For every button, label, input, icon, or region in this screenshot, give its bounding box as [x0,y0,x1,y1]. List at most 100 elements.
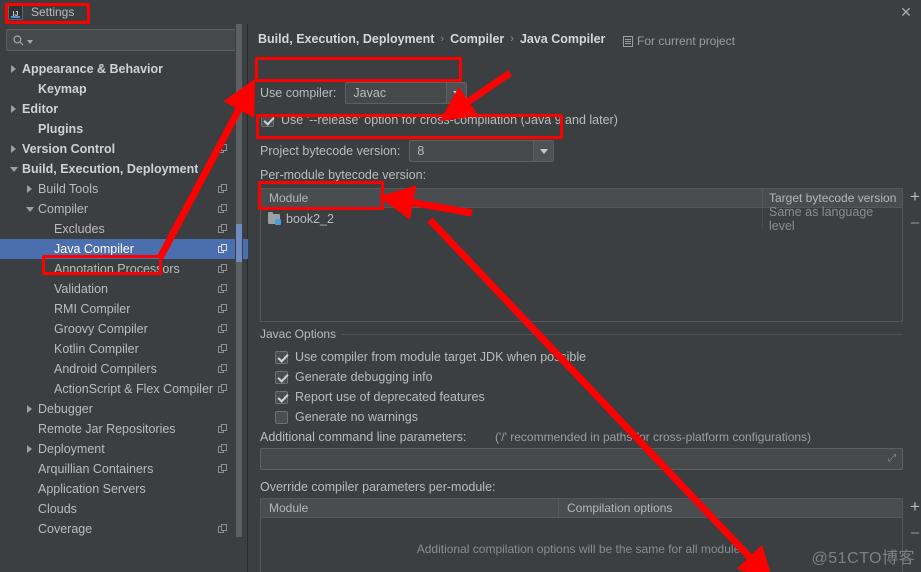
sidebar-item-label: RMI Compiler [54,302,131,316]
sidebar-item-validation[interactable]: Validation [0,279,248,299]
sidebar-item-label: Editor [22,102,59,116]
settings-dialog: Settings ✕ Appearance & Behavior Keymap Ed… [0,0,921,572]
sidebar-item-kotlin-compiler[interactable]: Kotlin Compiler [0,339,248,359]
sidebar-item-deployment[interactable]: Deployment [0,439,248,459]
remove-module-button[interactable]: – [911,214,919,232]
copy-settings-icon[interactable] [218,424,228,434]
copy-settings-icon[interactable] [218,244,228,254]
copy-settings-icon[interactable] [218,464,228,474]
chevron-right-icon[interactable] [24,404,35,415]
option-no-warnings[interactable]: Generate no warnings [275,410,418,424]
release-option-checkbox[interactable] [261,113,274,127]
sidebar-item-editor[interactable]: Editor [0,99,248,119]
copy-settings-icon[interactable] [218,384,228,394]
sidebar-item-compiler[interactable]: Compiler [0,199,248,219]
remove-override-button[interactable]: – [911,524,919,542]
project-bytecode-select[interactable]: 8 [409,140,555,162]
copy-settings-icon[interactable] [218,444,228,454]
chevron-down-icon[interactable] [27,40,33,44]
sidebar-item-java-compiler[interactable]: Java Compiler [0,239,248,259]
target-bytecode-cell[interactable]: Same as language level [762,205,902,233]
sidebar-scrollbar[interactable] [235,24,243,537]
sidebar-item-build-tools[interactable]: Build Tools [0,179,248,199]
column-header-module[interactable]: Module [261,189,762,207]
module-name: book2_2 [286,211,334,226]
additional-params-input[interactable]: ⤢ [260,448,903,470]
sidebar-item-keymap[interactable]: Keymap [0,79,248,99]
sidebar-item-appearance-behavior[interactable]: Appearance & Behavior [0,59,248,79]
sidebar-item-remote-jar-repositories[interactable]: Remote Jar Repositories [0,419,248,439]
option-use-module-jdk[interactable]: Use compiler from module target JDK when… [275,350,586,364]
module-table-actions: + – [905,188,921,232]
sidebar-item-coverage[interactable]: Coverage [0,519,248,539]
option-report-deprecated[interactable]: Report use of deprecated features [275,390,485,404]
copy-settings-icon[interactable] [218,144,228,154]
add-override-button[interactable]: + [910,498,920,516]
expand-icon[interactable]: ⤢ [888,454,898,464]
table-row[interactable]: book2_2 Same as language level [261,205,902,233]
sidebar-item-actionscript-flex-compiler[interactable]: ActionScript & Flex Compiler [0,379,248,399]
close-icon[interactable]: ✕ [891,0,921,24]
search-input[interactable] [6,29,241,51]
add-module-button[interactable]: + [910,188,920,206]
copy-settings-icon[interactable] [218,324,228,334]
sidebar-item-rmi-compiler[interactable]: RMI Compiler [0,299,248,319]
additional-params-hint: ('/' recommended in paths for cross-plat… [495,430,812,444]
sidebar-item-excludes[interactable]: Excludes [0,219,248,239]
chevron-down-icon[interactable] [533,141,554,161]
sidebar-item-clouds[interactable]: Clouds [0,499,248,519]
sidebar-item-groovy-compiler[interactable]: Groovy Compiler [0,319,248,339]
sidebar-item-android-compilers[interactable]: Android Compilers [0,359,248,379]
option-generate-debugging-info-checkbox[interactable] [275,370,288,384]
breadcrumb-item-1[interactable]: Build, Execution, Deployment [258,32,434,46]
sidebar-item-arquillian-containers[interactable]: Arquillian Containers [0,459,248,479]
column-header-module[interactable]: Module [261,499,558,517]
sidebar-item-label: Deployment [38,442,105,456]
copy-settings-icon[interactable] [218,224,228,234]
sidebar-item-debugger[interactable]: Debugger [0,399,248,419]
chevron-right-icon[interactable] [8,64,19,75]
module-cell[interactable]: book2_2 [261,208,762,229]
scrollbar-thumb[interactable] [236,224,242,262]
sidebar-item-label: Application Servers [38,482,146,496]
release-option-row[interactable]: Use '--release' option for cross-compila… [261,113,618,127]
use-compiler-select[interactable]: Javac [345,82,468,104]
chevron-down-icon[interactable] [446,83,467,103]
chevron-right-icon[interactable] [24,184,35,195]
chevron-down-icon[interactable] [8,164,19,175]
option-use-module-jdk-checkbox[interactable] [275,350,288,364]
column-header-compilation-options[interactable]: Compilation options [558,499,902,517]
copy-settings-icon[interactable] [218,304,228,314]
copy-settings-icon[interactable] [218,184,228,194]
option-no-warnings-checkbox[interactable] [275,410,288,424]
option-generate-debugging-info[interactable]: Generate debugging info [275,370,433,384]
copy-settings-icon[interactable] [218,264,228,274]
sidebar-item-build-execution-deployment[interactable]: Build, Execution, Deployment [0,159,248,179]
sidebar-item-annotation-processors[interactable]: Annotation Processors [0,259,248,279]
sidebar-item-application-servers[interactable]: Application Servers [0,479,248,499]
title-bar-left: Settings [0,4,74,20]
copy-settings-icon[interactable] [218,524,228,534]
settings-sidebar: Appearance & Behavior Keymap Editor Plugins… [0,24,248,572]
project-bytecode-value: 8 [417,144,425,158]
breadcrumb-item-2[interactable]: Compiler [450,32,504,46]
sidebar-item-plugins[interactable]: Plugins [0,119,248,139]
copy-settings-icon[interactable] [218,204,228,214]
sidebar-item-label: Kotlin Compiler [54,342,139,356]
copy-settings-icon[interactable] [218,344,228,354]
project-scope-icon [623,35,633,47]
settings-tree: Appearance & Behavior Keymap Editor Plugins… [0,59,248,572]
chevron-right-icon[interactable] [8,144,19,155]
scope-indicator[interactable]: For current project [623,34,735,48]
copy-settings-icon[interactable] [218,364,228,374]
sidebar-item-version-control[interactable]: Version Control [0,139,248,159]
chevron-right-icon[interactable] [24,444,35,455]
sidebar-item-label: Coverage [38,522,93,536]
copy-settings-icon[interactable] [218,284,228,294]
chevron-down-icon[interactable] [24,204,35,215]
chevron-right-icon[interactable] [8,104,19,115]
option-report-deprecated-checkbox[interactable] [275,390,288,404]
